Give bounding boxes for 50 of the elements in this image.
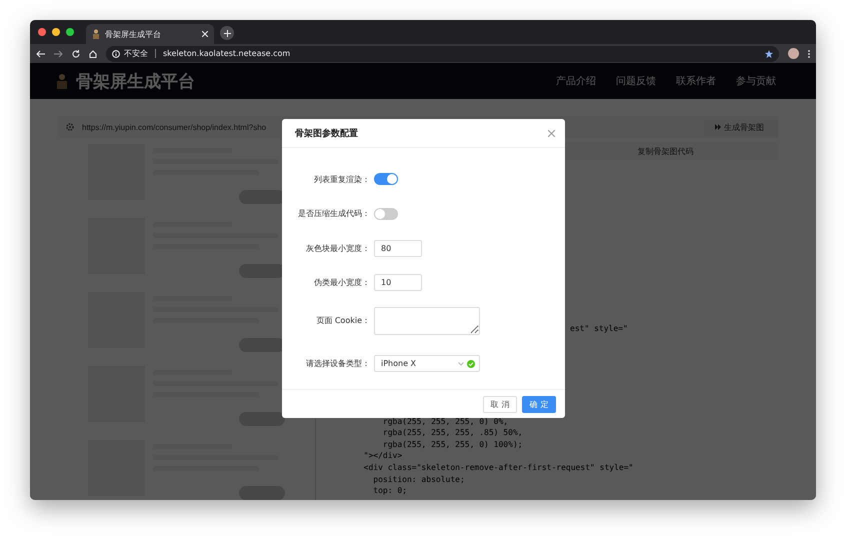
nav-link[interactable]: 问题反馈 bbox=[616, 74, 656, 88]
field-label: 是否压缩生成代码： bbox=[297, 208, 370, 220]
code-line: rgba(255, 255, 255, .85) 50%, bbox=[382, 428, 523, 438]
forward-icon[interactable] bbox=[54, 50, 63, 58]
cancel-button[interactable]: 取 消 bbox=[483, 396, 517, 412]
url-text: skeleton.kaolatest.netease.com bbox=[163, 49, 292, 58]
window-zoom-button[interactable] bbox=[66, 28, 74, 36]
browser-tab[interactable]: 骨架屏生成平台 bbox=[86, 24, 214, 44]
security-label: 不安全 bbox=[124, 48, 148, 59]
field-label: 页面 Cookie： bbox=[315, 315, 370, 326]
chevron-icon bbox=[458, 362, 464, 366]
confirm-button[interactable]: 确 定 bbox=[522, 396, 556, 412]
home-icon[interactable] bbox=[89, 50, 97, 58]
toggle-switch[interactable] bbox=[374, 173, 398, 186]
star-icon[interactable] bbox=[765, 50, 773, 58]
field-label: 灰色块最小宽度： bbox=[305, 242, 370, 254]
code-line: rgba(255, 255, 255, 0) 0%, bbox=[382, 416, 508, 426]
field-label: 伪类最小宽度： bbox=[313, 277, 370, 288]
settings-icon bbox=[66, 123, 74, 131]
person-icon bbox=[56, 73, 68, 89]
field-label: 列表重复渲染： bbox=[313, 174, 370, 185]
info-icon bbox=[112, 50, 120, 58]
code-line: top: 0; bbox=[372, 486, 407, 496]
code-line: rgba(255, 255, 255, 0) 100%); bbox=[382, 440, 523, 449]
device-select[interactable]: iPhone X bbox=[374, 355, 480, 372]
profile-avatar[interactable] bbox=[788, 48, 799, 59]
back-icon[interactable] bbox=[36, 50, 45, 58]
window-minimize-button[interactable] bbox=[52, 28, 60, 36]
person-icon bbox=[92, 29, 100, 39]
number-input[interactable]: 80 bbox=[374, 240, 422, 257]
toggle-switch[interactable] bbox=[374, 208, 398, 220]
dialog-title: 骨架图参数配置 bbox=[295, 127, 358, 140]
plus-icon bbox=[224, 30, 230, 36]
new-tab-button[interactable] bbox=[220, 26, 234, 40]
app-title: 骨架屏生成平台 bbox=[76, 70, 196, 92]
nav-link[interactable]: 参与贡献 bbox=[736, 74, 776, 88]
code-line: position: absolute; bbox=[372, 474, 465, 484]
number-input[interactable]: 10 bbox=[374, 274, 422, 292]
close-icon bbox=[202, 31, 208, 37]
close-icon[interactable] bbox=[548, 130, 555, 136]
fast-forward-icon bbox=[715, 124, 721, 130]
code-line: "></div> bbox=[362, 451, 402, 460]
nav-link[interactable]: 联系作者 bbox=[676, 74, 716, 88]
address-bar[interactable]: 不安全 skeleton.kaolatest.netease.com bbox=[106, 46, 779, 62]
nav-link[interactable]: 产品介绍 bbox=[556, 74, 596, 88]
field-label: 请选择设备类型： bbox=[305, 358, 370, 369]
code-line: <div class="skeleton-remove-after-first-request" style=" bbox=[362, 462, 634, 472]
reload-icon[interactable] bbox=[72, 50, 80, 58]
window-close-button[interactable] bbox=[38, 28, 46, 36]
code-line: est" style=" bbox=[570, 324, 628, 333]
